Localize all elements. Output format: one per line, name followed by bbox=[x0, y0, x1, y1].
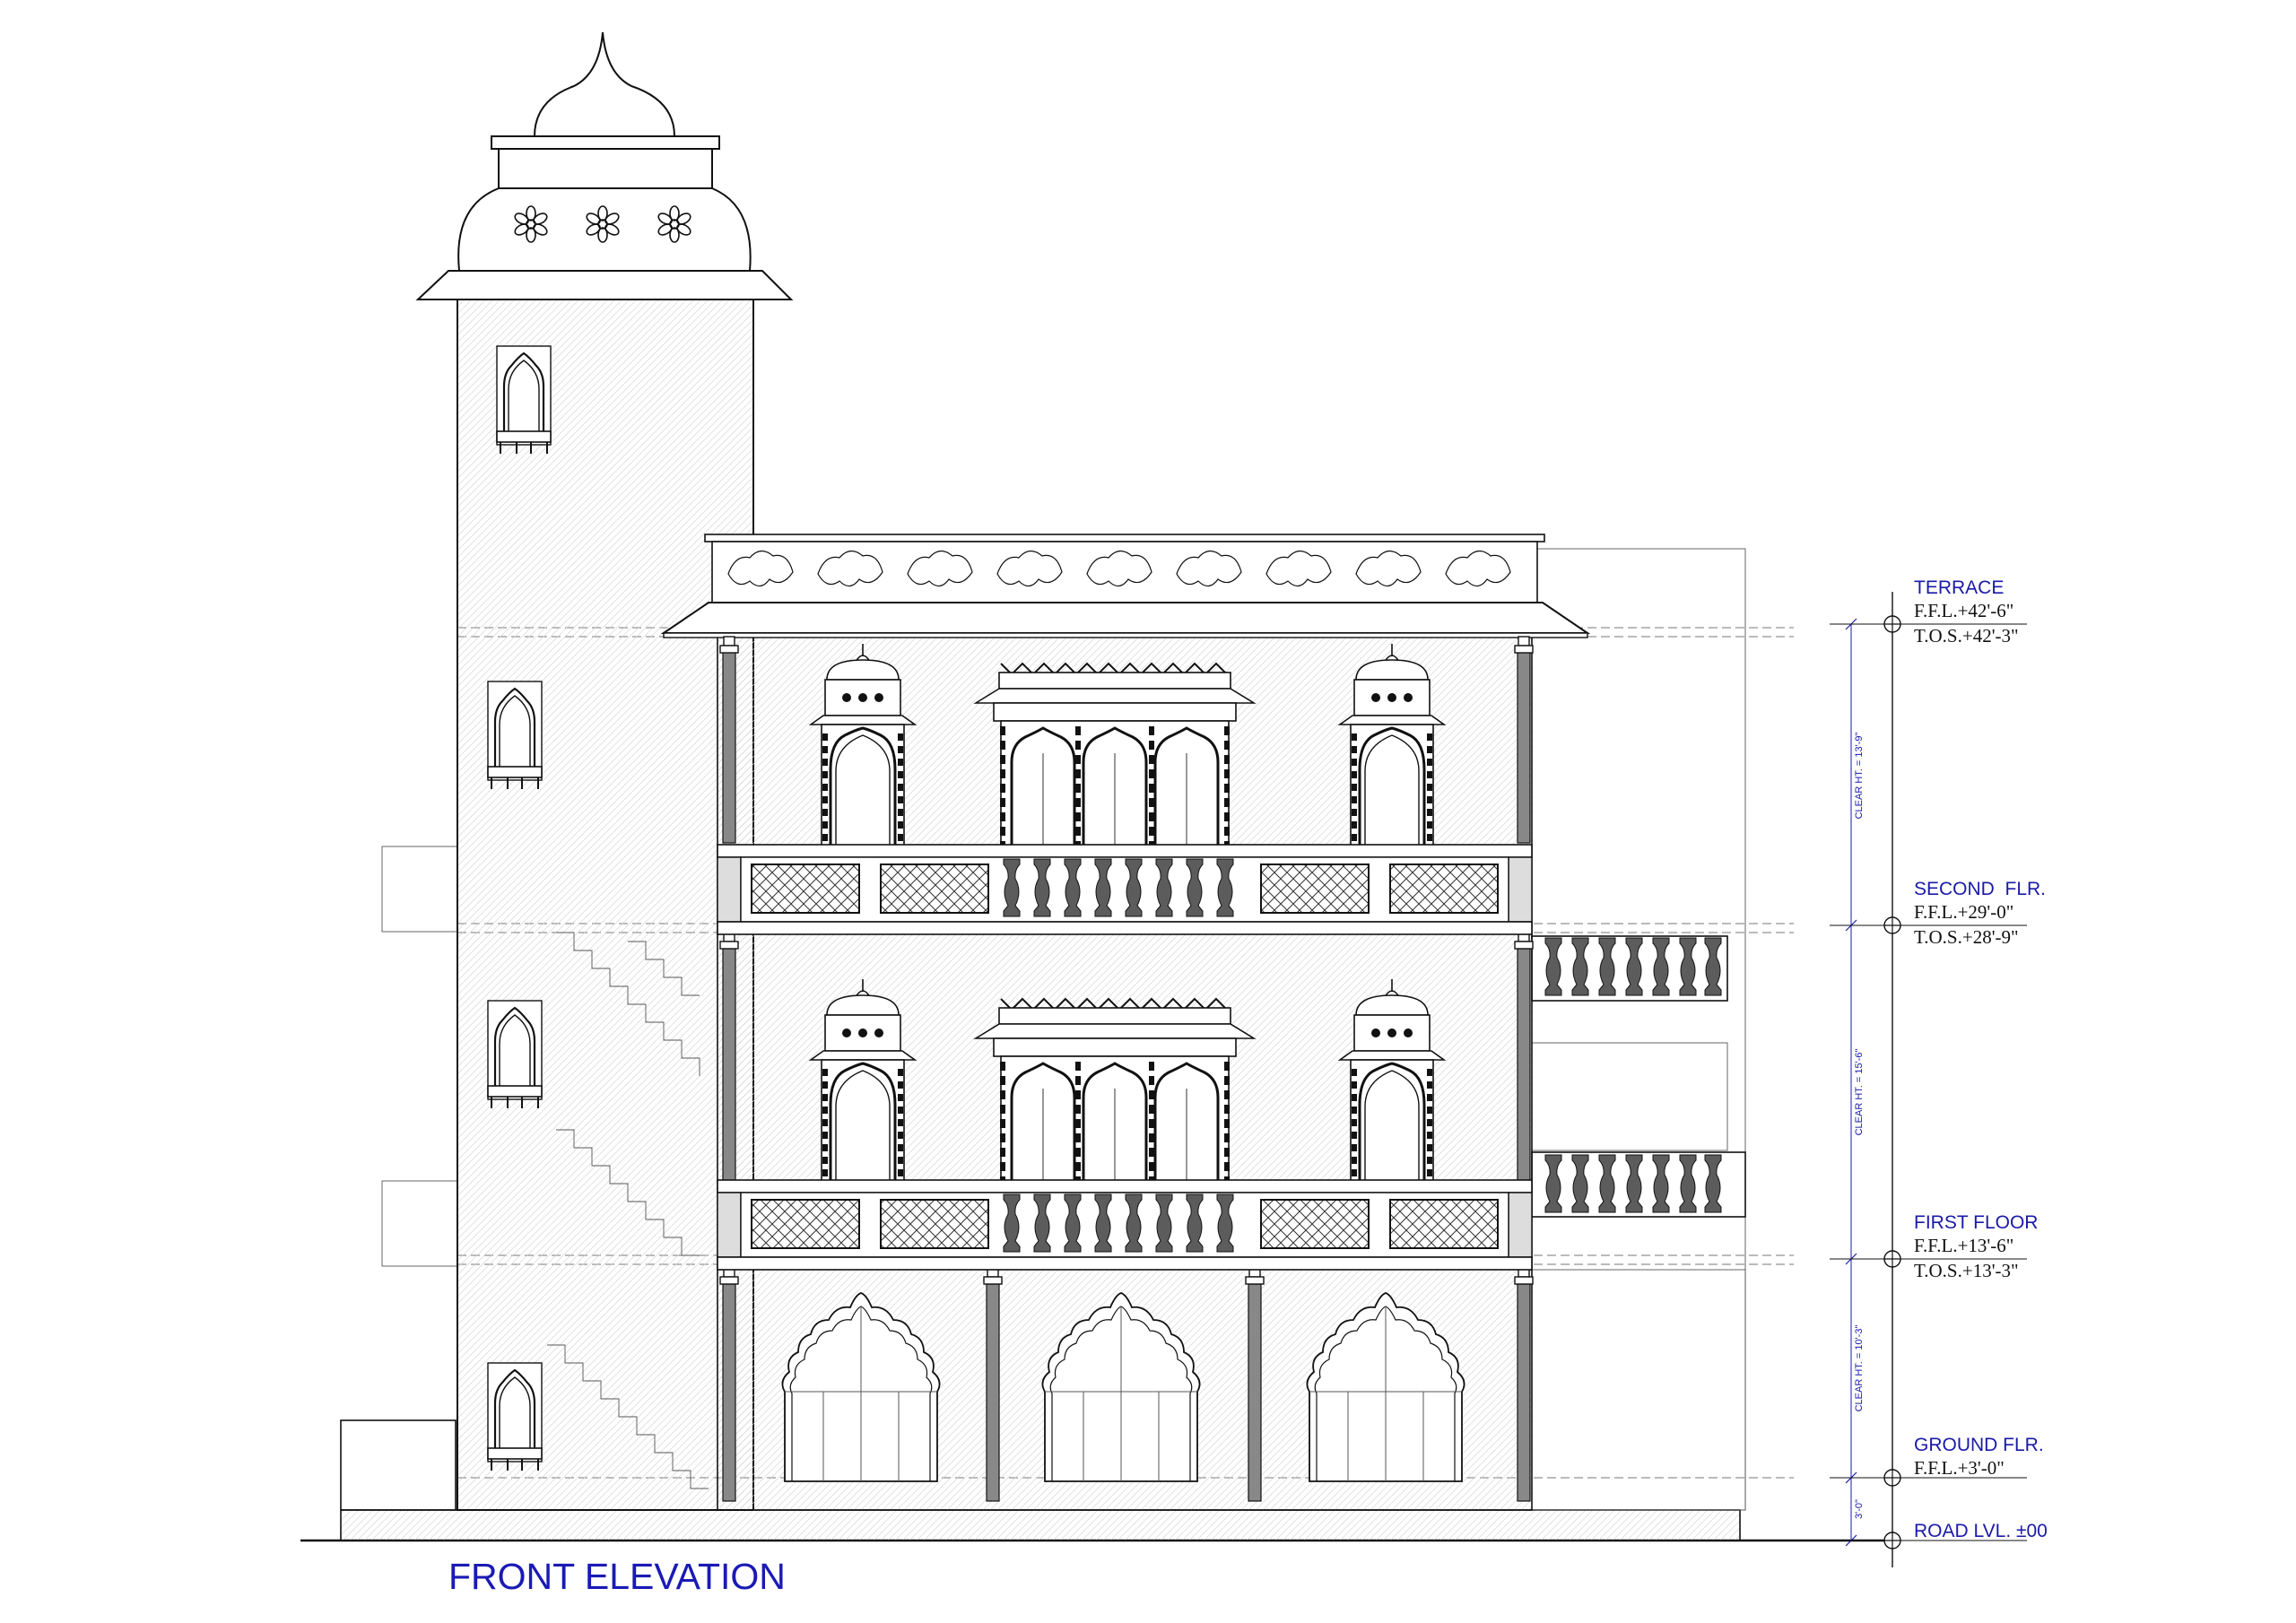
level-marker-icon bbox=[1883, 1469, 1901, 1487]
front-elevation-drawing: CLEAR HT. = 13'-9" CLEAR HT. = 15'-6" CL… bbox=[300, 31, 2048, 1597]
level-terrace: TERRACE F.F.L.+42'-6" T.O.S.+42'-3" bbox=[1914, 577, 2019, 647]
level-ffl: F.F.L.+3'-0" bbox=[1914, 1457, 2005, 1479]
level-tos: T.O.S.+42'-3" bbox=[1914, 625, 2019, 647]
right-annex bbox=[1531, 548, 1746, 1511]
level-marker-icon bbox=[1883, 615, 1901, 633]
dim-label-second: CLEAR HT. = 13'-9" bbox=[1854, 733, 1865, 820]
level-ffl: F.F.L.+42'-6" bbox=[1914, 600, 2013, 621]
level-ground-floor: GROUND FLR. F.F.L.+3'-0" bbox=[1914, 1435, 2044, 1479]
dim-label-plinth: 3'-0" bbox=[1854, 1499, 1865, 1519]
level-name: GROUND FLR. bbox=[1914, 1435, 2044, 1455]
level-marker-icon bbox=[1883, 1532, 1901, 1549]
level-second-floor: SECOND FLR. F.F.L.+29'-0" T.O.S.+28'-9" bbox=[1914, 879, 2046, 948]
level-marker-icon bbox=[1883, 1250, 1901, 1268]
level-first-floor: FIRST FLOOR F.F.L.+13'-6" T.O.S.+13'-3" bbox=[1914, 1212, 2038, 1281]
first-floor-balcony bbox=[717, 1179, 1533, 1271]
level-tos: T.O.S.+28'-9" bbox=[1914, 926, 2019, 948]
level-ffl: F.F.L.+29'-0" bbox=[1914, 901, 2013, 923]
dim-label-ground: CLEAR HT. = 10'-3" bbox=[1854, 1325, 1865, 1412]
dim-label-first: CLEAR HT. = 15'-6" bbox=[1854, 1049, 1865, 1136]
second-floor-balcony bbox=[717, 844, 1533, 935]
ground-floor-arches bbox=[781, 1292, 1465, 1482]
level-ffl: F.F.L.+13'-6" bbox=[1914, 1235, 2013, 1256]
level-tos: T.O.S.+13'-3" bbox=[1914, 1260, 2019, 1281]
drawing-title: FRONT ELEVATION bbox=[448, 1556, 786, 1597]
level-name: FIRST FLOOR bbox=[1914, 1212, 2038, 1233]
level-name: SECOND FLR. bbox=[1914, 879, 2046, 899]
level-name: TERRACE bbox=[1914, 577, 2004, 598]
level-name: ROAD LVL. ±00 bbox=[1914, 1521, 2048, 1541]
level-road: ROAD LVL. ±00 bbox=[1914, 1521, 2048, 1541]
main-building bbox=[660, 534, 1591, 1511]
level-marker-icon bbox=[1883, 916, 1901, 934]
